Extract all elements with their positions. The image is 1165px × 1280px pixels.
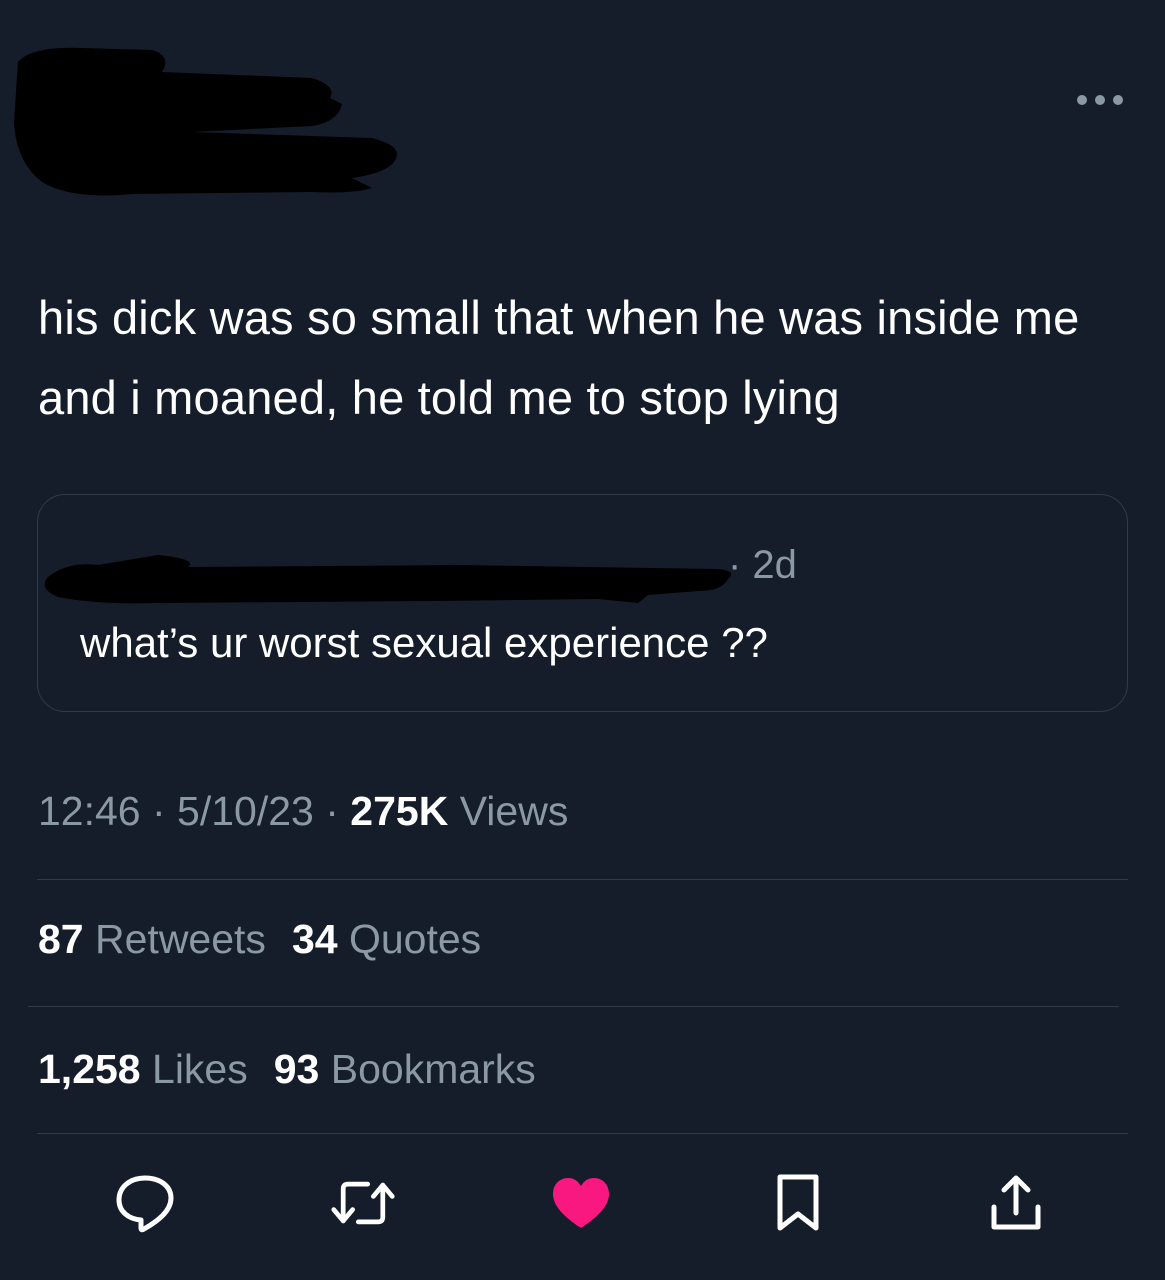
quoted-tweet-time: · 2d [728,543,797,587]
heart-icon [553,1178,609,1228]
likes-stat[interactable]: 1,258 Likes [38,1046,248,1092]
stats-row-likes: 1,258 Likes 93 Bookmarks [38,1046,562,1093]
quotes-count: 34 [291,916,338,962]
retweets-label: Retweets [95,916,266,962]
retweet-icon [331,1181,395,1225]
reply-button[interactable] [112,1170,178,1236]
share-icon [991,1175,1041,1230]
retweet-button[interactable] [330,1170,396,1236]
tweet-time: 12:46 [38,788,141,834]
likes-label: Likes [152,1046,248,1092]
quoted-tweet-text: what’s ur worst sexual experience ?? [80,619,768,666]
meta-separator: · [140,788,178,834]
meta-separator: · [313,788,351,834]
bookmark-icon [777,1174,819,1231]
divider [28,1006,1119,1007]
tweet-meta: 12:46 · 5/10/23 · 275K Views [38,788,568,835]
share-button[interactable] [983,1170,1049,1236]
quotes-label: Quotes [348,916,482,962]
tweet-text: his dick was so small that when he was i… [38,291,1080,424]
retweets-count: 87 [38,916,84,962]
more-horizontal-icon [1077,95,1123,105]
retweets-stat[interactable]: 87 Retweets [38,916,266,962]
quoted-tweet-card[interactable]: · 2d what’s ur worst sexual experience ?… [37,494,1128,712]
bookmarks-stat[interactable]: 93 Bookmarks [274,1046,536,1092]
bookmarks-label: Bookmarks [330,1046,536,1092]
bookmark-button[interactable] [765,1170,831,1236]
bookmarks-count: 93 [273,1046,320,1092]
divider [37,879,1128,880]
redacted-author-header [14,47,397,196]
likes-count: 1,258 [38,1046,141,1092]
views-label: Views [448,788,569,834]
stats-row-reposts: 87 Retweets 34 Quotes [38,916,507,963]
reply-icon [116,1175,174,1233]
views-count: 275K [350,788,449,834]
divider [37,1133,1128,1134]
more-options-button[interactable] [1072,86,1128,114]
tweet-date: 5/10/23 [177,788,314,834]
redacted-quoted-author [44,555,732,604]
quotes-stat[interactable]: 34 Quotes [292,916,481,962]
like-button[interactable] [548,1170,614,1236]
